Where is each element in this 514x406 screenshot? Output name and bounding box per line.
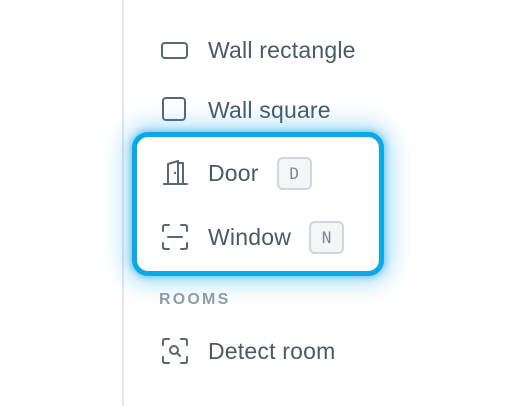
tool-label: Wall rectangle [208, 36, 356, 63]
tool-window[interactable]: Window N [160, 217, 345, 257]
tool-wall-square[interactable]: Wall square [160, 90, 331, 130]
shortcut-badge: D [276, 156, 312, 190]
shortcut-badge: N [309, 220, 345, 254]
tool-label: Wall square [208, 96, 331, 123]
tool-label: Window [208, 223, 292, 250]
scan-search-icon [160, 336, 190, 366]
tool-label: Detect room [208, 337, 336, 364]
door-icon [160, 158, 190, 188]
section-title-rooms: ROOMS [159, 291, 231, 308]
window-frame-icon [160, 222, 190, 252]
tool-wall-rectangle[interactable]: Wall rectangle [160, 30, 356, 70]
tool-detect-room[interactable]: Detect room [160, 331, 335, 371]
sidebar-divider [122, 0, 124, 406]
tool-door[interactable]: Door D [160, 153, 312, 193]
rectangle-icon [160, 35, 190, 65]
tool-label: Door [208, 159, 259, 186]
square-icon [160, 95, 190, 125]
